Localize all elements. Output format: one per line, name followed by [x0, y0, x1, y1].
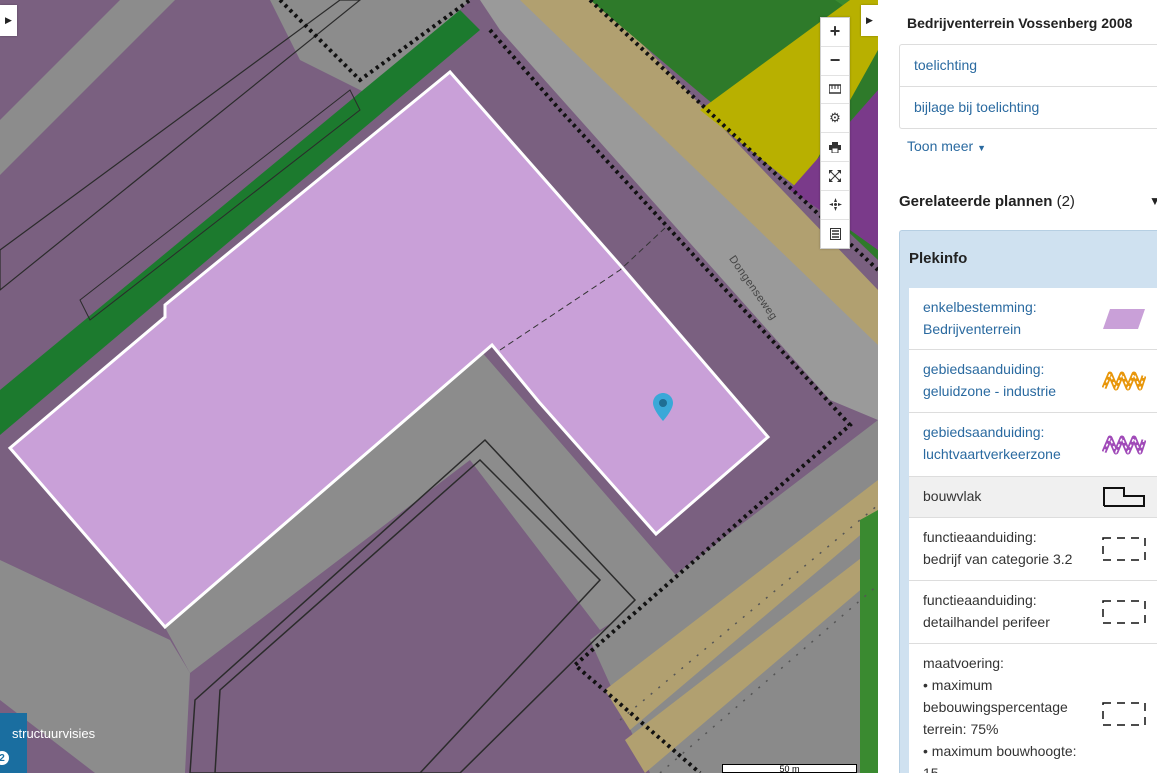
plekinfo-item-label: gebiedsaanduiding:	[923, 361, 1045, 377]
plekinfo-item-value: bedrijf van categorie 3.2	[923, 551, 1073, 567]
gear-icon: ⚙	[829, 110, 841, 126]
dashed-rect-symbol-icon	[1102, 537, 1146, 561]
print-icon	[829, 141, 841, 153]
structuurvisies-count: 2	[0, 751, 9, 765]
chevron-right-icon: ▶	[866, 15, 873, 25]
document-link-toelichting[interactable]: toelichting	[900, 45, 1157, 87]
plekinfo-title: Plekinfo	[909, 250, 968, 267]
map-view[interactable]: Dongenseweg ▶ ▶ + − ⚙ 2 structuurvisies …	[0, 0, 878, 773]
plekinfo-item-detailhandel[interactable]: functieaanduiding: detailhandel perifeer	[909, 581, 1157, 644]
fullscreen-icon	[829, 169, 841, 182]
plekinfo-item-label: functieaanduiding:	[923, 529, 1037, 545]
structuurvisies-button[interactable]: 2	[0, 713, 27, 773]
toon-meer-dropdown[interactable]: Toon meer ▼	[907, 138, 986, 154]
fullscreen-button[interactable]	[821, 162, 849, 191]
chevron-down-icon[interactable]: ▼	[1149, 194, 1157, 208]
document-list: toelichting bijlage bij toelichting	[899, 44, 1157, 129]
map-canvas[interactable]	[0, 0, 878, 773]
plan-title: Bedrijventerrein Vossenberg 2008	[907, 15, 1133, 31]
plekinfo-item-label: gebiedsaanduiding:	[923, 424, 1045, 440]
plus-icon: +	[829, 21, 841, 42]
plekinfo-item-value: 15	[923, 765, 939, 773]
layers-button[interactable]	[821, 76, 849, 105]
related-plans-label: Gerelateerde plannen	[899, 193, 1053, 210]
crosshair-icon	[828, 198, 842, 212]
document-link-bijlage[interactable]: bijlage bij toelichting	[900, 87, 1157, 128]
plekinfo-item-enkelbestemming[interactable]: enkelbestemming: Bedrijventerrein	[909, 288, 1157, 350]
plekinfo-item-bedrijf-categorie[interactable]: functieaanduiding: bedrijf van categorie…	[909, 518, 1157, 581]
zoom-out-button[interactable]: −	[821, 47, 849, 76]
plekinfo-list: enkelbestemming: Bedrijventerrein gebied…	[909, 288, 1157, 773]
structuurvisies-label[interactable]: structuurvisies	[12, 726, 95, 741]
plekinfo-item-luchtvaartverkeerzone[interactable]: gebiedsaanduiding: luchtvaartverkeerzone	[909, 413, 1157, 477]
zoom-in-button[interactable]: +	[821, 18, 849, 47]
dashed-rect-symbol-icon	[1102, 600, 1146, 624]
layers-icon	[829, 84, 841, 95]
related-plans-count: (2)	[1056, 193, 1075, 210]
info-panel: Bedrijventerrein Vossenberg 2008 toelich…	[878, 0, 1157, 773]
print-button[interactable]	[821, 133, 849, 162]
plekinfo-item-value: detailhandel perifeer	[923, 614, 1050, 630]
plekinfo-item-value: Bedrijventerrein	[923, 321, 1022, 337]
parallelogram-symbol-icon	[1103, 308, 1145, 329]
legend-button[interactable]	[821, 220, 849, 249]
plekinfo-panel: Plekinfo enkelbestemming: Bedrijventerre…	[899, 230, 1157, 773]
dashed-rect-symbol-icon	[1102, 701, 1146, 726]
settings-button[interactable]: ⚙	[821, 104, 849, 134]
location-pin-icon[interactable]	[653, 393, 673, 426]
expand-left-panel-button[interactable]: ▶	[0, 5, 17, 36]
plekinfo-item-bouwvlak[interactable]: bouwvlak	[909, 477, 1157, 518]
scale-bar: 50 m	[722, 764, 857, 773]
chevron-right-icon: ▶	[5, 15, 12, 25]
plekinfo-item-value: • maximum bebouwingspercentage terrein: …	[923, 677, 1068, 737]
plekinfo-item-geluidzone[interactable]: gebiedsaanduiding: geluidzone - industri…	[909, 350, 1157, 413]
building-outline-symbol-icon	[1103, 487, 1145, 507]
plekinfo-item-value: geluidzone - industrie	[923, 383, 1057, 399]
caret-down-icon: ▼	[977, 143, 987, 153]
locate-button[interactable]	[821, 191, 849, 220]
legend-icon	[829, 227, 841, 240]
map-controls: + − ⚙	[820, 17, 850, 250]
plekinfo-item-value: • maximum bouwhoogte:	[923, 743, 1077, 759]
minus-icon: −	[829, 50, 841, 71]
plekinfo-item-label: bouwvlak	[923, 488, 982, 504]
plekinfo-item-label: functieaanduiding:	[923, 592, 1037, 608]
purple-zigzag-symbol-icon	[1102, 435, 1146, 454]
orange-zigzag-symbol-icon	[1102, 371, 1146, 391]
plekinfo-item-label: enkelbestemming:	[923, 299, 1037, 315]
plekinfo-item-label: maatvoering:	[923, 655, 1004, 671]
related-plans-header[interactable]: Gerelateerde plannen (2)	[899, 193, 1075, 210]
toon-meer-label: Toon meer	[907, 138, 974, 154]
plekinfo-item-maatvoering[interactable]: maatvoering: • maximum bebouwingspercent…	[909, 644, 1157, 773]
collapse-right-panel-button[interactable]: ▶	[861, 5, 878, 36]
plekinfo-item-value: luchtvaartverkeerzone	[923, 446, 1061, 462]
